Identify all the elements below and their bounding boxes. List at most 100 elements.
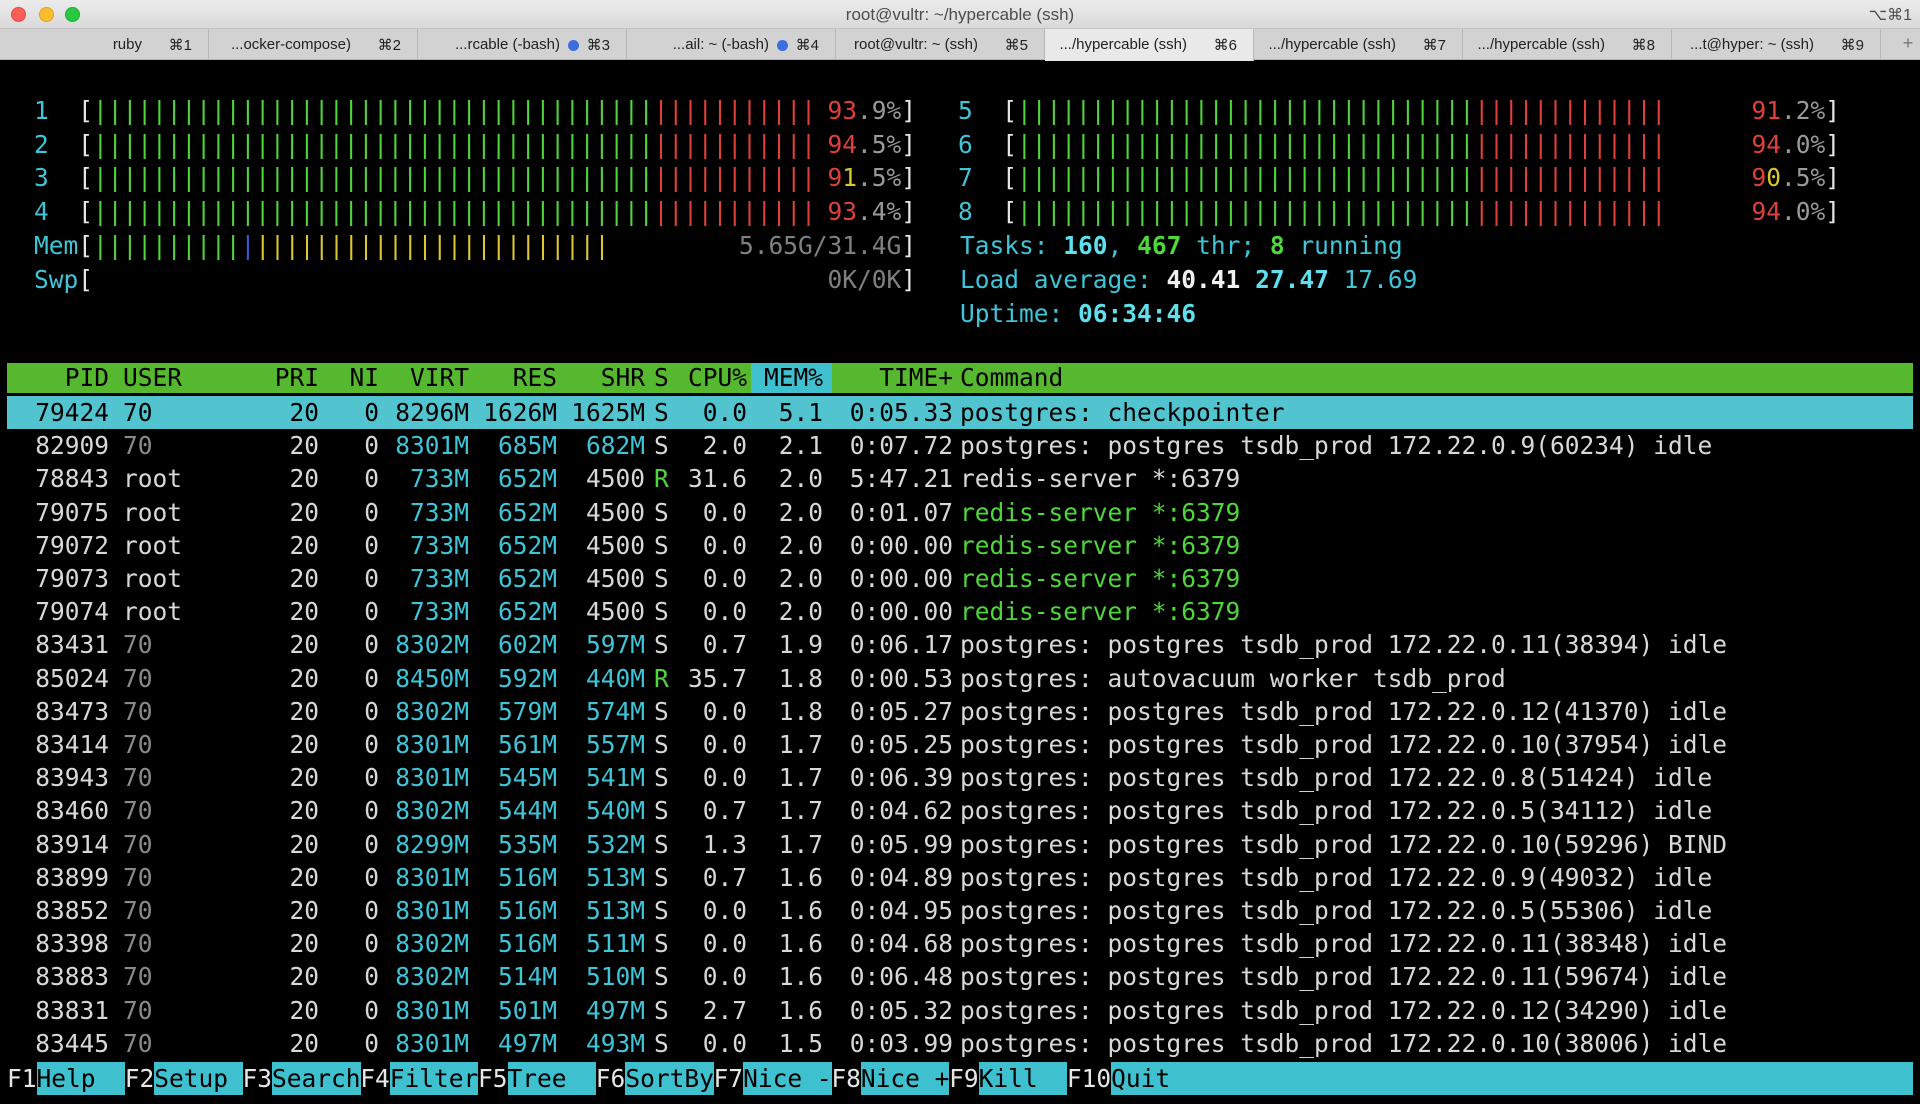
- terminal[interactable]: 1 [|||||||||||||||||||||||||||||||||||||…: [0, 61, 1920, 1104]
- cell-command: postgres: autovacuum worker tsdb_prod: [960, 663, 1506, 693]
- col-pri[interactable]: PRI: [259, 363, 319, 393]
- process-row[interactable]: 79424 70 20 0 8296M 1626M 1625M S 0.0 5.1 0:05.33 p…: [7, 396, 1913, 429]
- cell-ni: 0: [364, 398, 379, 427]
- tab-6[interactable]: .../hypercable (ssh) ⌘6: [1045, 29, 1254, 61]
- col-user[interactable]: USER: [123, 363, 182, 393]
- fkey-f5[interactable]: F5Tree: [478, 1062, 597, 1095]
- col-mem[interactable]: MEM%: [751, 363, 823, 393]
- new-tab-button[interactable]: +: [1896, 29, 1920, 60]
- tab-8[interactable]: .../hypercable (ssh) ⌘8: [1463, 29, 1672, 60]
- fkey-key: F4: [360, 1064, 390, 1093]
- cell-mem: 1.7: [778, 829, 823, 859]
- process-row[interactable]: 83943 70 20 0 8301M 545M 541M S 0.0 1.7 0:06.39 pos…: [7, 761, 1913, 794]
- process-row[interactable]: 83883 70 20 0 8302M 514M 510M S 0.0 1.6 0:06.48 pos…: [7, 960, 1913, 993]
- process-row[interactable]: 83445 70 20 0 8301M 497M 493M S 0.0 1.5 0:03.99 pos…: [7, 1027, 1913, 1060]
- cpu-number: 1: [34, 96, 49, 125]
- fkey-key: F10: [1066, 1064, 1112, 1093]
- process-row[interactable]: 78843 root 20 0 733M 652M 4500 R 31.6 2.0 5:47.21 r…: [7, 462, 1913, 495]
- fkey-f10[interactable]: F10Quit: [1066, 1062, 1914, 1095]
- cell-pid: 79073: [35, 564, 109, 593]
- cell-shr: 541M: [585, 763, 645, 793]
- fkey-label: Quit: [1111, 1062, 1914, 1095]
- fkey-key: F1: [7, 1064, 37, 1093]
- cell-command: postgres: postgres tsdb_prod 172.22.0.5(…: [960, 896, 1713, 925]
- fkey-f1[interactable]: F1Help: [7, 1062, 126, 1095]
- cell-command: postgres: postgres tsdb_prod 172.22.0.10…: [960, 730, 1728, 759]
- activity-dot-icon: [777, 40, 788, 51]
- cpu-number: 3: [34, 163, 49, 192]
- cell-cpu: 31.6: [687, 464, 747, 494]
- process-row[interactable]: 82909 70 20 0 8301M 685M 682M S 2.0 2.1 0:07.72 pos…: [7, 429, 1913, 462]
- cell-time: 0:04.89: [849, 862, 953, 892]
- cell-ni: 0: [364, 630, 379, 660]
- cell-user: 70: [123, 1028, 153, 1058]
- process-row[interactable]: 83831 70 20 0 8301M 501M 497M S 2.7 1.6 0:05.32 pos…: [7, 994, 1913, 1027]
- tab-9[interactable]: ...t@hyper: ~ (ssh) ⌘9: [1672, 29, 1881, 60]
- fkey-key: F2: [124, 1064, 155, 1093]
- fkey-f9[interactable]: F9Kill: [949, 1062, 1068, 1095]
- fkey-f3[interactable]: F3Search: [243, 1062, 361, 1095]
- cell-command: postgres: postgres tsdb_prod 172.22.0.9(…: [960, 431, 1713, 461]
- process-row[interactable]: 83460 70 20 0 8302M 544M 540M S 0.7 1.7 0:04.62 pos…: [7, 794, 1913, 827]
- cell-time: 0:01.07: [849, 497, 953, 527]
- cell-ni: 0: [364, 929, 379, 959]
- title-bar: root@vultr: ~/hypercable (ssh) ⌥⌘1: [0, 0, 1920, 29]
- cell-command: redis-server *:6379: [960, 597, 1241, 627]
- cell-command: postgres: postgres tsdb_prod 172.22.0.10…: [960, 1028, 1728, 1058]
- fkey-f8[interactable]: F8Nice +: [831, 1062, 950, 1095]
- cell-pri: 20: [289, 696, 319, 726]
- tab-7[interactable]: .../hypercable (ssh) ⌘7: [1254, 29, 1463, 60]
- cell-virt: 8450M: [395, 663, 469, 693]
- fkey-key: F3: [242, 1064, 273, 1093]
- fkey-f7[interactable]: F7Nice -: [714, 1062, 832, 1095]
- cell-user: 70: [123, 962, 153, 992]
- tab-4[interactable]: ...ail: ~ (-bash) ⌘4: [627, 29, 836, 60]
- cell-user: 70: [123, 896, 153, 925]
- process-row[interactable]: 83398 70 20 0 8302M 516M 511M S 0.0 1.6 0:04.68 pos…: [7, 927, 1913, 960]
- tab-5[interactable]: root@vultr: ~ (ssh) ⌘5: [836, 29, 1045, 60]
- process-row[interactable]: 83431 70 20 0 8302M 602M 597M S 0.7 1.9 0:06.17 pos…: [7, 628, 1913, 661]
- tab-3[interactable]: ...rcable (-bash) ⌘3: [418, 29, 627, 60]
- process-row[interactable]: 85024 70 20 0 8450M 592M 440M R 35.7 1.8 0:00.53 po…: [7, 662, 1913, 695]
- fkey-key: F7: [713, 1064, 744, 1093]
- fkey-f6[interactable]: F6SortBy: [596, 1062, 714, 1095]
- cell-virt: 8301M: [395, 995, 469, 1025]
- mem-bar-cache: ||||||||||||||||||||||||: [255, 231, 610, 260]
- process-row[interactable]: 83414 70 20 0 8301M 561M 557M S 0.0 1.7 0:05.25 pos…: [7, 728, 1913, 761]
- cell-time: 0:04.95: [849, 896, 953, 925]
- fkey-f4[interactable]: F4Filter: [360, 1062, 479, 1095]
- meter-bracket: [: [78, 196, 94, 226]
- col-time[interactable]: TIME+: [827, 363, 953, 393]
- cell-command: postgres: postgres tsdb_prod 172.22.0.11…: [960, 929, 1728, 959]
- col-res[interactable]: RES: [473, 363, 557, 393]
- cell-time: 0:00.53: [849, 663, 953, 693]
- process-row[interactable]: 83914 70 20 0 8299M 535M 532M S 1.3 1.7 0:05.99 pos…: [7, 828, 1913, 861]
- cell-pri: 20: [289, 630, 319, 660]
- process-row[interactable]: 83899 70 20 0 8301M 516M 513M S 0.7 1.6 0:04.89 pos…: [7, 861, 1913, 894]
- process-row[interactable]: 79074 root 20 0 733M 652M 4500 S 0.0 2.0 0:00.00 re…: [7, 595, 1913, 628]
- tab-1[interactable]: ruby ⌘1: [0, 29, 209, 60]
- process-row[interactable]: 79075 root 20 0 733M 652M 4500 S 0.0 2.0 0:01.07 re…: [7, 496, 1913, 529]
- cell-res: 535M: [497, 829, 557, 859]
- cell-pid: 83431: [35, 630, 109, 660]
- fkey-f2[interactable]: F2Setup: [125, 1062, 243, 1095]
- tab-2[interactable]: ...ocker-compose) ⌘2: [209, 29, 418, 60]
- process-row[interactable]: 79073 root 20 0 733M 652M 4500 S 0.0 2.0 0:00.00 re…: [7, 562, 1913, 595]
- col-shr[interactable]: SHR: [561, 363, 645, 393]
- cell-res: 602M: [497, 630, 557, 660]
- cell-s: S: [654, 962, 669, 992]
- cell-cpu: 0.7: [702, 862, 747, 892]
- cpu-bar-normal: |||||||||||||||||||||||||||||||: [1017, 196, 1475, 226]
- process-row[interactable]: 79072 root 20 0 733M 652M 4500 S 0.0 2.0 0:00.00 re…: [7, 529, 1913, 562]
- cell-s: S: [654, 829, 669, 859]
- col-pid[interactable]: PID: [7, 363, 109, 393]
- process-row[interactable]: 83852 70 20 0 8301M 516M 513M S 0.0 1.6 0:04.95 pos…: [7, 894, 1913, 927]
- tasks-count: 160: [1063, 231, 1108, 260]
- col-state[interactable]: S: [654, 363, 669, 393]
- col-cpu[interactable]: CPU%: [673, 363, 747, 393]
- col-command[interactable]: Command: [960, 363, 1063, 393]
- process-row[interactable]: 83473 70 20 0 8302M 579M 574M S 0.0 1.8 0:05.27 pos…: [7, 695, 1913, 728]
- col-virt[interactable]: VIRT: [385, 363, 469, 393]
- col-ni[interactable]: NI: [325, 363, 379, 393]
- cell-pid: 83445: [35, 1028, 109, 1058]
